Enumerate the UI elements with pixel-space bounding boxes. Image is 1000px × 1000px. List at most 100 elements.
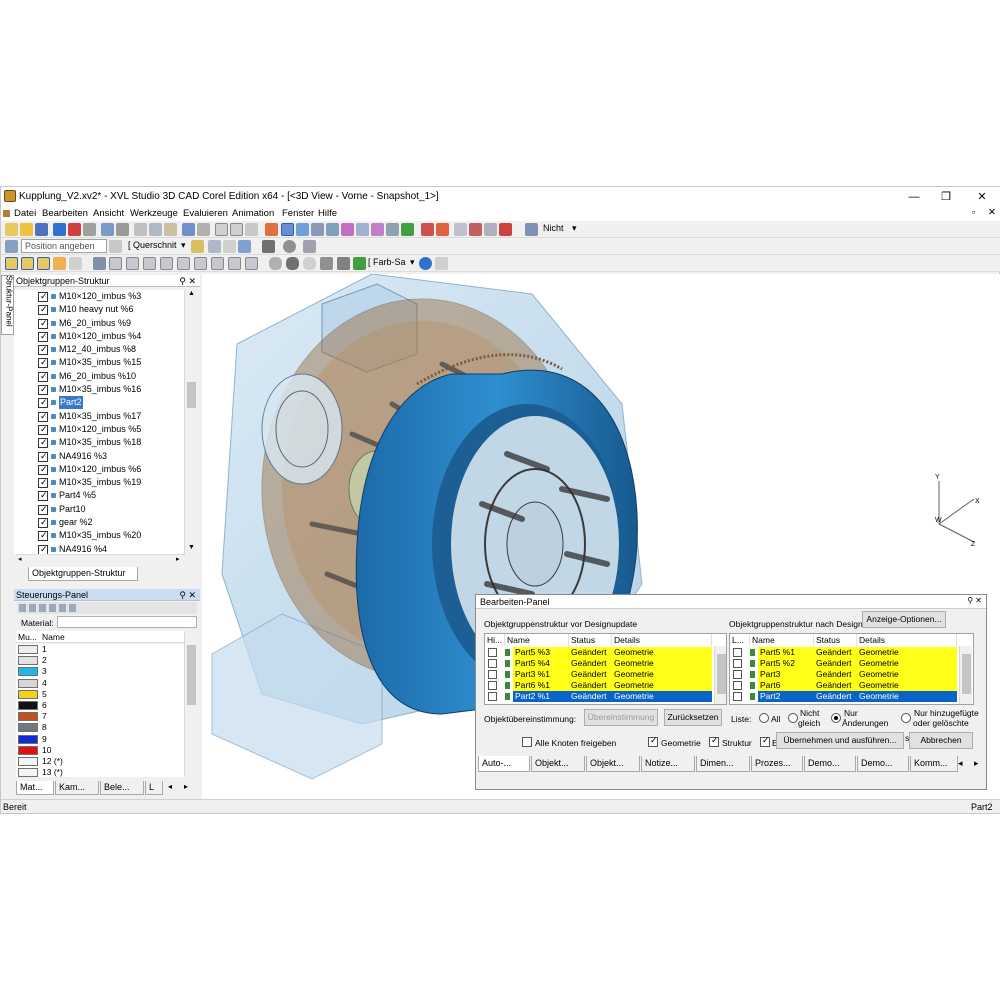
position-icon[interactable] (5, 240, 18, 253)
querschnitt-label[interactable]: [ Querschnit (128, 240, 177, 250)
visibility-checkbox[interactable] (38, 290, 48, 303)
material-row[interactable]: 2 (16, 655, 184, 666)
row-checkbox[interactable] (733, 648, 742, 657)
menu-evaluieren[interactable]: Evaluieren (183, 208, 228, 219)
tree-item[interactable]: M6_20_imbus %10 (14, 370, 186, 383)
row-checkbox[interactable] (733, 681, 742, 690)
cylinder-2-icon[interactable] (286, 257, 299, 270)
cylinder-1-icon[interactable] (269, 257, 282, 270)
tab-scroll-right-icon[interactable]: ▸ (974, 758, 979, 769)
tree-item[interactable]: NA4916 %3 (14, 450, 186, 463)
doc-restore-button[interactable]: ▫ (972, 207, 975, 218)
cube-9-icon[interactable] (245, 257, 258, 270)
view-mode-4-icon[interactable] (53, 257, 66, 270)
section-icon[interactable] (191, 240, 204, 253)
geometry-checkbox[interactable] (648, 735, 658, 747)
e-checkbox[interactable] (760, 735, 770, 747)
tab-l[interactable]: L (145, 781, 163, 795)
layout-icon[interactable] (245, 223, 258, 236)
visibility-checkbox[interactable] (38, 436, 48, 449)
settings-icon[interactable] (435, 257, 448, 270)
grid-scrollbar[interactable] (959, 646, 972, 704)
copy-icon[interactable] (149, 223, 162, 236)
visibility-checkbox[interactable] (38, 410, 48, 423)
row-checkbox[interactable] (488, 648, 497, 657)
undo-icon[interactable] (182, 223, 195, 236)
section-y-icon[interactable] (238, 240, 251, 253)
cylinder-3-icon[interactable] (303, 257, 316, 270)
scroll-right-icon[interactable]: ▸ (176, 555, 180, 563)
col-hidden[interactable]: Hi... (485, 634, 505, 646)
struktur-panel-tab[interactable]: Struktur-Panel (1, 275, 14, 335)
grid-row[interactable]: Part3 Geändert Geometrie (730, 669, 973, 680)
open-file-icon[interactable] (20, 223, 33, 236)
chevron-down-icon[interactable]: ▾ (572, 223, 577, 234)
panel-pin-icon[interactable]: ⚲ ✕ (179, 275, 196, 287)
material-row[interactable]: 5 (16, 689, 184, 700)
paint-icon[interactable] (68, 223, 81, 236)
flip-icon[interactable] (303, 240, 316, 253)
sphere-icon[interactable] (419, 257, 432, 270)
grid-scroll-thumb[interactable] (962, 654, 971, 694)
tree-item[interactable]: M10×35_imbus %18 (14, 436, 186, 449)
tree-item[interactable]: Part10 (14, 503, 186, 516)
minimize-button[interactable]: — (899, 189, 929, 205)
tree-item[interactable]: Part2 (14, 396, 186, 410)
radio-only-changes[interactable] (831, 713, 841, 723)
cube-1-icon[interactable] (109, 257, 122, 270)
cube-3-icon[interactable] (143, 257, 156, 270)
menu-ansicht[interactable]: Ansicht (93, 208, 124, 219)
visibility-checkbox[interactable] (38, 476, 48, 489)
cancel-button[interactable]: Abbrechen (909, 732, 973, 749)
tree-item[interactable]: gear %2 (14, 516, 186, 529)
panel-pin-icon[interactable]: ⚲ ✕ (179, 589, 196, 601)
reset-button[interactable]: Zurücksetzen (664, 709, 722, 726)
chevron-down-icon[interactable]: ▾ (181, 240, 186, 251)
visibility-checkbox[interactable] (38, 516, 48, 529)
pan-icon[interactable] (296, 223, 309, 236)
paste-icon[interactable] (164, 223, 177, 236)
cube-2-icon[interactable] (126, 257, 139, 270)
window-icon[interactable] (215, 223, 228, 236)
menu-hilfe[interactable]: Hilfe (318, 208, 337, 219)
panel-pin-icon[interactable]: ⚲ ✕ (967, 596, 982, 605)
visibility-checkbox[interactable] (38, 383, 48, 396)
grid-row[interactable]: Part5 %2 Geändert Geometrie (730, 658, 973, 669)
visibility-checkbox[interactable] (38, 489, 48, 502)
doc-close-button[interactable]: ✕ (988, 207, 996, 218)
save-icon[interactable] (35, 223, 48, 236)
scroll-left-icon[interactable]: ◂ (18, 555, 22, 563)
visibility-checkbox[interactable] (38, 343, 48, 356)
section-plane-icon[interactable] (208, 240, 221, 253)
col-name[interactable]: Name (505, 634, 569, 646)
zoom-window-icon[interactable] (341, 223, 354, 236)
material-row[interactable]: 1 (16, 644, 184, 655)
menu-datei[interactable]: Datei (14, 208, 36, 219)
menu-werkzeuge[interactable]: Werkzeuge (130, 208, 178, 219)
tab-scroll-left-icon[interactable]: ◂ (958, 758, 963, 769)
text-icon[interactable] (53, 223, 66, 236)
grid-scroll-thumb[interactable] (717, 654, 726, 694)
chevron-down-icon[interactable]: ▾ (410, 257, 415, 268)
visibility-checkbox[interactable] (38, 503, 48, 516)
wire-icon[interactable] (320, 257, 333, 270)
restore-button[interactable]: ❐ (931, 189, 961, 205)
view-mode-2-icon[interactable] (21, 257, 34, 270)
line-icon[interactable] (337, 257, 350, 270)
new-file-icon[interactable] (5, 223, 18, 236)
cut-icon[interactable] (134, 223, 147, 236)
color-set-icon[interactable] (353, 257, 366, 270)
check-icon[interactable] (401, 223, 414, 236)
material-row[interactable]: 13 (*) (16, 767, 184, 777)
home-view-icon[interactable] (265, 223, 278, 236)
tab-kamera[interactable]: Kam... (55, 781, 99, 795)
search-icon[interactable] (116, 223, 129, 236)
radio-added-deleted[interactable] (901, 713, 911, 723)
edit-tab[interactable]: Dimen... (696, 756, 750, 772)
col-details[interactable]: Details (857, 634, 957, 646)
visibility-checkbox[interactable] (38, 330, 48, 343)
fit-icon[interactable] (356, 223, 369, 236)
edit-tab[interactable]: Auto-... (478, 756, 530, 772)
visibility-checkbox[interactable] (38, 317, 48, 330)
edit-tab[interactable]: Objekt... (586, 756, 640, 772)
